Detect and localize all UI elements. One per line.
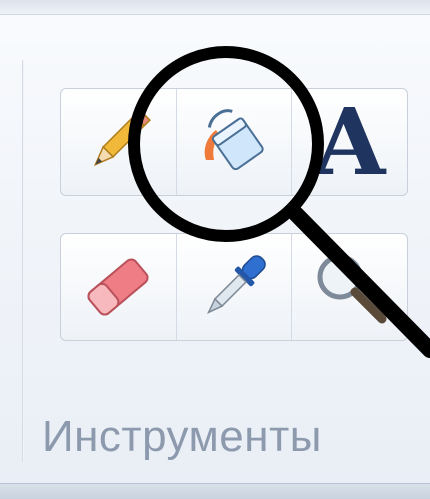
magnifier-icon [317,254,387,324]
tools-row-2 [60,233,408,341]
ribbon-bottom-border [0,483,430,499]
paint-bucket-icon [204,109,264,171]
text-button[interactable]: A [292,89,407,195]
eyedropper-icon [206,255,266,315]
eraser-button[interactable] [61,234,177,340]
group-label: Инструменты [42,412,322,461]
color-picker-button[interactable] [177,234,293,340]
magnifier-button[interactable] [292,234,407,340]
ribbon-top-strip [0,0,430,15]
pencil-button[interactable] [61,89,177,195]
pencil-icon [94,109,152,167]
fill-button[interactable] [177,89,293,195]
group-separator [22,60,24,462]
tools-row-1: A [60,88,408,196]
text-icon: A [313,88,386,196]
eraser-icon [87,258,149,316]
